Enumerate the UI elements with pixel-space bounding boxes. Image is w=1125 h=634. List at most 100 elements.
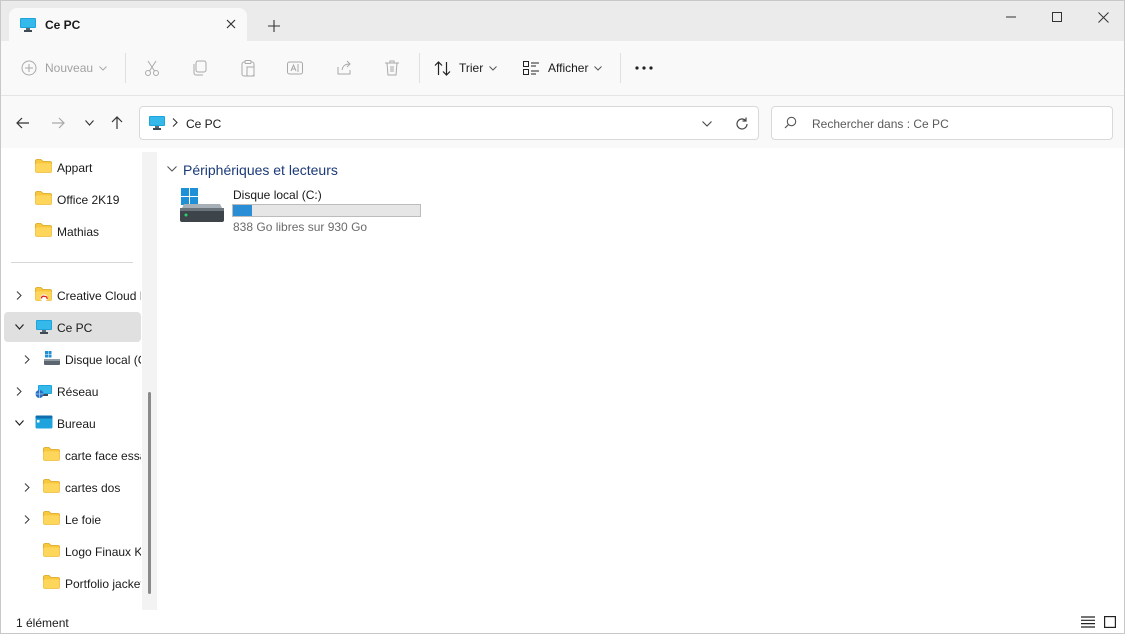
desktop-icon xyxy=(35,415,53,432)
more-dots-icon xyxy=(635,66,653,70)
address-bar[interactable]: Ce PC xyxy=(139,106,759,140)
close-tab-icon[interactable] xyxy=(221,14,241,34)
search-input[interactable] xyxy=(812,115,1102,133)
monitor-icon xyxy=(148,115,166,134)
view-button[interactable]: Afficher xyxy=(523,54,603,82)
search-icon xyxy=(784,116,797,132)
sidebar-item-logo-finaux[interactable]: Logo Finaux K xyxy=(4,536,141,566)
separator xyxy=(125,53,126,83)
network-icon xyxy=(35,383,53,402)
sidebar-item-label: Creative Cloud Files xyxy=(57,289,141,303)
details-view-button[interactable] xyxy=(1080,614,1096,630)
folder-icon xyxy=(43,479,60,496)
address-dropdown-icon[interactable] xyxy=(698,115,716,133)
drive-tile[interactable]: Disque local (C:) 838 Go libres sur 930 … xyxy=(179,184,429,236)
rename-button[interactable] xyxy=(286,54,304,82)
folder-icon xyxy=(35,159,52,176)
creative-cloud-folder-icon xyxy=(35,287,52,306)
sidebar-item-label: Disque local (C:) xyxy=(65,353,141,367)
breadcrumb-item[interactable]: Ce PC xyxy=(186,117,221,131)
sidebar-item-creative-cloud[interactable]: Creative Cloud Files xyxy=(4,280,141,310)
sidebar-item-label: Ce PC xyxy=(57,321,93,335)
clipboard-icon xyxy=(239,59,257,77)
chevron-right-icon[interactable] xyxy=(20,352,34,366)
chevron-down-icon[interactable] xyxy=(12,416,26,430)
chevron-right-icon[interactable] xyxy=(12,384,26,398)
refresh-icon[interactable] xyxy=(732,114,752,134)
sidebar-item-portfolio[interactable]: Portfolio jacket xyxy=(4,568,141,598)
sidebar-item-disque-local[interactable]: Disque local (C:) xyxy=(4,344,141,374)
close-window-button[interactable] xyxy=(1080,1,1124,33)
view-label: Afficher xyxy=(548,61,589,75)
sidebar-item-le-foie[interactable]: Le foie xyxy=(4,504,141,534)
sidebar-scrollbar-thumb[interactable] xyxy=(148,392,151,594)
sidebar-item-cartes-dos[interactable]: cartes dos xyxy=(4,472,141,502)
navigation-pane: Appart Office 2K19 Mathias Creative Clou… xyxy=(1,148,159,610)
folder-icon xyxy=(43,447,60,464)
drive-usage-bar xyxy=(232,204,421,217)
view-list-icon xyxy=(523,61,540,75)
sort-label: Trier xyxy=(459,61,484,75)
status-bar: 1 élément xyxy=(1,610,1124,633)
sidebar-item-reseau[interactable]: Réseau xyxy=(4,376,141,406)
search-box[interactable] xyxy=(771,106,1113,140)
large-icons-view-button[interactable] xyxy=(1102,614,1118,630)
separator xyxy=(620,53,621,83)
paste-button[interactable] xyxy=(239,54,257,82)
delete-button[interactable] xyxy=(383,54,401,82)
up-button[interactable] xyxy=(106,112,128,134)
title-bar: Ce PC xyxy=(1,1,1124,41)
drive-free-space: 838 Go libres sur 930 Go xyxy=(233,220,368,234)
sidebar-item-office-2k19[interactable]: Office 2K19 xyxy=(4,184,141,214)
cut-button[interactable] xyxy=(143,54,161,82)
chevron-down-icon xyxy=(99,65,107,71)
recent-locations-button[interactable] xyxy=(78,112,100,134)
command-bar: Nouveau Trier Afficher xyxy=(1,41,1124,96)
chevron-down-icon xyxy=(594,65,603,71)
sort-button[interactable]: Trier xyxy=(434,54,498,82)
drive-usage-fill xyxy=(233,205,252,216)
chevron-right-icon[interactable] xyxy=(20,512,34,526)
item-count: 1 élément xyxy=(16,616,69,630)
sidebar-item-ce-pc[interactable]: Ce PC xyxy=(4,312,141,342)
maximize-button[interactable] xyxy=(1034,1,1080,33)
chevron-down-icon[interactable] xyxy=(167,166,177,172)
tab-title: Ce PC xyxy=(45,18,81,32)
tab-ce-pc[interactable]: Ce PC xyxy=(9,8,247,41)
sidebar-item-label: Le foie xyxy=(65,513,102,527)
drive-icon xyxy=(43,351,61,369)
sidebar-item-label: Mathias xyxy=(57,225,100,239)
rename-icon xyxy=(286,59,304,77)
new-tab-button[interactable] xyxy=(263,15,285,37)
share-button[interactable] xyxy=(335,54,353,82)
chevron-right-icon[interactable] xyxy=(20,480,34,494)
sidebar-item-mathias[interactable]: Mathias xyxy=(4,216,141,246)
chevron-right-icon[interactable] xyxy=(12,288,26,302)
content-pane: Périphériques et lecteurs Disque local (… xyxy=(159,148,1124,610)
sort-icon xyxy=(434,60,451,76)
address-row: Ce PC xyxy=(1,96,1124,148)
group-title: Périphériques et lecteurs xyxy=(183,162,338,178)
sidebar-item-carte-face-essai[interactable]: carte face essai xyxy=(4,440,141,470)
copy-button[interactable] xyxy=(191,54,209,82)
explorer-window: Ce PC Nouveau Trier Afficher Ce PC Reche… xyxy=(0,0,1125,634)
forward-button[interactable] xyxy=(47,112,69,134)
new-button[interactable]: Nouveau xyxy=(21,54,107,82)
drive-name: Disque local (C:) xyxy=(233,188,322,202)
copy-icon xyxy=(191,59,209,77)
folder-icon xyxy=(43,575,60,592)
sidebar-item-bureau[interactable]: Bureau xyxy=(4,408,141,438)
more-options-button[interactable] xyxy=(635,54,653,82)
sidebar-item-label: Office 2K19 xyxy=(57,193,120,207)
sidebar-item-label: cartes dos xyxy=(65,481,121,495)
sidebar-item-appart[interactable]: Appart xyxy=(4,152,141,182)
back-button[interactable] xyxy=(12,112,34,134)
breadcrumb-chevron-icon[interactable] xyxy=(172,116,178,130)
folder-icon xyxy=(43,543,60,560)
hard-drive-icon xyxy=(179,188,225,227)
chevron-down-icon[interactable] xyxy=(12,320,26,334)
sidebar-item-label: Bureau xyxy=(57,417,96,431)
scissors-icon xyxy=(143,59,161,77)
minimize-button[interactable] xyxy=(988,1,1034,33)
separator xyxy=(419,53,420,83)
